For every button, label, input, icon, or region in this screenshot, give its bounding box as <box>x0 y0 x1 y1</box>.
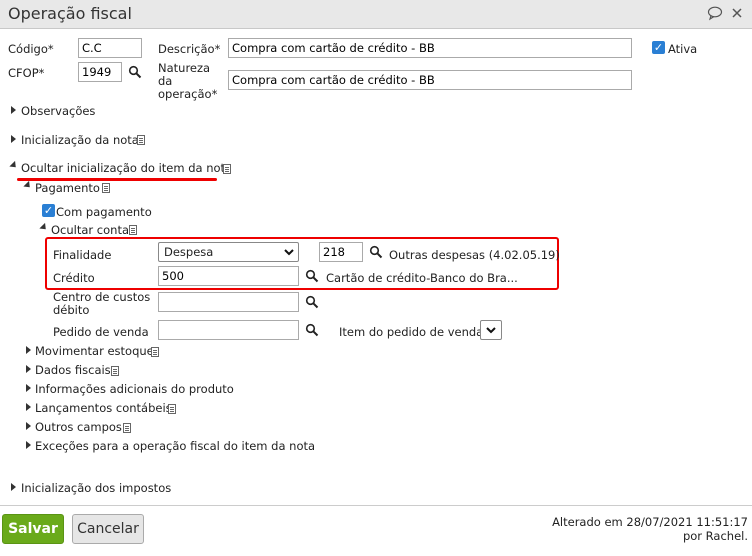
finalidade-description: Outras despesas (4.02.05.19) <box>389 248 560 262</box>
note-icon[interactable] <box>123 423 131 433</box>
collapse-icon[interactable] <box>9 160 19 171</box>
collapse-icon[interactable] <box>23 180 33 191</box>
note-icon[interactable] <box>129 225 137 235</box>
note-icon[interactable] <box>168 404 176 414</box>
altered-by: por Rachel. <box>682 529 748 543</box>
codigo-label: Código* <box>8 42 54 56</box>
section-dados-fiscais[interactable]: Dados fiscais <box>35 363 111 377</box>
item-pedido-label: Item do pedido de venda <box>339 325 484 339</box>
expand-icon[interactable] <box>26 422 31 430</box>
pedido-venda-label: Pedido de venda <box>53 325 149 339</box>
section-lancamentos-contabeis[interactable]: Lançamentos contábeis <box>35 401 172 415</box>
altered-info: Alterado em 28/07/2021 11:51:17 por Rach… <box>552 515 748 543</box>
collapse-icon[interactable] <box>39 222 49 233</box>
expand-icon[interactable] <box>11 106 16 114</box>
expand-icon[interactable] <box>26 403 31 411</box>
expand-icon[interactable] <box>26 346 31 354</box>
note-icon[interactable] <box>137 135 145 145</box>
cancel-button[interactable]: Cancelar <box>72 514 144 544</box>
credito-label: Crédito <box>53 271 95 285</box>
item-pedido-select[interactable] <box>480 320 502 340</box>
close-icon[interactable] <box>729 5 745 21</box>
natureza-input[interactable] <box>228 70 632 90</box>
chevron-down-icon <box>485 324 497 339</box>
com-pagamento-label: Com pagamento <box>56 205 152 219</box>
save-button[interactable]: Salvar <box>2 514 64 544</box>
credito-input[interactable] <box>158 266 299 286</box>
centro-search-icon[interactable] <box>305 295 319 312</box>
expand-icon[interactable] <box>11 483 16 491</box>
finalidade-value: Despesa <box>164 245 214 259</box>
credito-description: Cartão de crédito-Banco do Bra... <box>326 271 518 285</box>
ativa-label: Ativa <box>668 42 698 56</box>
descricao-input[interactable] <box>228 38 632 58</box>
section-informacoes-adicionais[interactable]: Informações adicionais do produto <box>35 382 234 396</box>
section-ocultar-item[interactable]: Ocultar inicialização do item da nota <box>21 161 232 175</box>
pedido-search-icon[interactable] <box>305 323 319 340</box>
centro-custos-label-line2: débito <box>53 303 90 317</box>
section-excecoes[interactable]: Exceções para a operação fiscal do item … <box>35 439 315 453</box>
cfop-search-icon[interactable] <box>128 65 142 82</box>
expand-icon[interactable] <box>11 135 16 143</box>
section-inicializacao-nota[interactable]: Inicialização da nota <box>21 133 139 147</box>
section-outros-campos[interactable]: Outros campos <box>35 420 122 434</box>
descricao-label: Descrição* <box>158 42 221 56</box>
finalidade-code-input[interactable] <box>319 242 363 262</box>
cfop-input[interactable] <box>78 62 122 82</box>
cfop-label: CFOP* <box>8 66 45 80</box>
credito-search-icon[interactable] <box>305 269 319 286</box>
finalidade-select[interactable]: Despesa <box>158 242 299 262</box>
ativa-checkbox[interactable]: ✓ <box>652 41 665 54</box>
note-icon[interactable] <box>223 164 231 174</box>
chat-icon[interactable] <box>707 5 723 21</box>
chevron-down-icon <box>283 246 295 261</box>
footer-divider <box>0 505 752 506</box>
altered-date: Alterado em 28/07/2021 11:51:17 <box>552 515 748 529</box>
note-icon[interactable] <box>102 183 110 193</box>
com-pagamento-checkbox[interactable]: ✓ <box>42 204 55 217</box>
section-observacoes[interactable]: Observações <box>21 104 95 118</box>
section-inicializacao-impostos[interactable]: Inicialização dos impostos <box>21 481 171 495</box>
expand-icon[interactable] <box>26 365 31 373</box>
note-icon[interactable] <box>151 347 159 357</box>
section-ocultar-conta[interactable]: Ocultar conta <box>51 223 129 237</box>
window-title: Operação fiscal <box>8 4 132 23</box>
expand-icon[interactable] <box>26 384 31 392</box>
finalidade-label: Finalidade <box>53 248 112 262</box>
finalidade-search-icon[interactable] <box>369 245 383 262</box>
centro-custos-label: Centro de custos débito <box>53 291 150 317</box>
section-pagamento[interactable]: Pagamento <box>35 181 100 195</box>
centro-custos-input[interactable] <box>158 292 299 312</box>
codigo-input[interactable] <box>78 38 142 58</box>
natureza-label-line3: operação* <box>158 87 218 101</box>
expand-icon[interactable] <box>26 441 31 449</box>
natureza-label: Natureza da operação* <box>158 62 217 101</box>
pedido-venda-input[interactable] <box>158 320 299 340</box>
note-icon[interactable] <box>111 366 119 376</box>
section-movimentar-estoque[interactable]: Movimentar estoque <box>35 344 154 358</box>
